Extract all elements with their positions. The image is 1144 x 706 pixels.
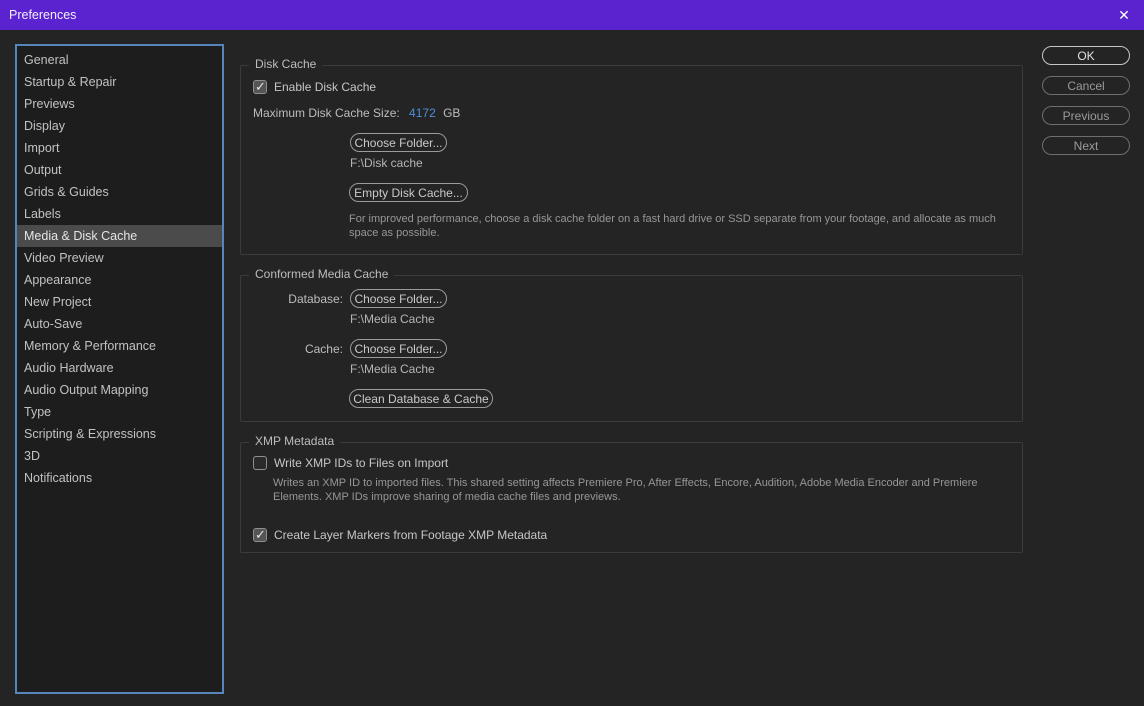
max-disk-cache-size-value[interactable]: 4172	[409, 106, 436, 120]
next-button[interactable]: Next	[1042, 136, 1130, 155]
sidebar-item-general[interactable]: General	[17, 49, 222, 71]
sidebar-item-previews[interactable]: Previews	[17, 93, 222, 115]
cache-choose-folder-button[interactable]: Choose Folder...	[350, 339, 447, 358]
database-path: F:\Media Cache	[350, 312, 435, 326]
clean-database-cache-button[interactable]: Clean Database & Cache	[349, 389, 493, 408]
disk-cache-folder-path: F:\Disk cache	[350, 156, 423, 170]
sidebar-item-3d[interactable]: 3D	[17, 445, 222, 467]
max-disk-cache-size-row: Maximum Disk Cache Size: 4172 GB	[253, 106, 460, 120]
checkbox-icon[interactable]	[253, 456, 267, 470]
sidebar-item-labels[interactable]: Labels	[17, 203, 222, 225]
cancel-button[interactable]: Cancel	[1042, 76, 1130, 95]
write-xmp-ids-checkbox[interactable]: Write XMP IDs to Files on Import	[253, 456, 448, 470]
cache-path: F:\Media Cache	[350, 362, 435, 376]
create-layer-markers-label: Create Layer Markers from Footage XMP Me…	[274, 528, 548, 542]
sidebar-item-display[interactable]: Display	[17, 115, 222, 137]
xmp-metadata-section-title: XMP Metadata	[249, 434, 341, 448]
preferences-category-list: General Startup & Repair Previews Displa…	[15, 44, 224, 694]
disk-cache-section-title: Disk Cache	[249, 57, 323, 71]
xmp-note: Writes an XMP ID to imported files. This…	[273, 477, 978, 503]
max-disk-cache-size-label: Maximum Disk Cache Size:	[253, 106, 400, 120]
empty-disk-cache-button[interactable]: Empty Disk Cache...	[349, 183, 468, 202]
sidebar-item-audio-output-mapping[interactable]: Audio Output Mapping	[17, 379, 222, 401]
sidebar-item-audio-hardware[interactable]: Audio Hardware	[17, 357, 222, 379]
database-label: Database:	[288, 292, 343, 306]
checkbox-icon[interactable]	[253, 79, 267, 95]
disk-cache-choose-folder-button[interactable]: Choose Folder...	[350, 133, 447, 152]
disk-cache-note: For improved performance, choose a disk …	[349, 213, 996, 239]
sidebar-item-output[interactable]: Output	[17, 159, 222, 181]
sidebar-item-type[interactable]: Type	[17, 401, 222, 423]
sidebar-item-startup-repair[interactable]: Startup & Repair	[17, 71, 222, 93]
sidebar-item-memory-performance[interactable]: Memory & Performance	[17, 335, 222, 357]
create-layer-markers-checkbox[interactable]: Create Layer Markers from Footage XMP Me…	[253, 527, 548, 543]
enable-disk-cache-checkbox[interactable]: Enable Disk Cache	[253, 79, 377, 95]
close-icon[interactable]: ✕	[1104, 0, 1144, 30]
sidebar-item-new-project[interactable]: New Project	[17, 291, 222, 313]
ok-button[interactable]: OK	[1042, 46, 1130, 65]
max-disk-cache-size-unit: GB	[443, 106, 461, 120]
sidebar-item-media-disk-cache[interactable]: Media & Disk Cache	[17, 225, 222, 247]
enable-disk-cache-label: Enable Disk Cache	[274, 80, 377, 94]
dialog-titlebar: Preferences ✕	[0, 0, 1144, 30]
sidebar-item-import[interactable]: Import	[17, 137, 222, 159]
database-choose-folder-button[interactable]: Choose Folder...	[350, 289, 447, 308]
write-xmp-ids-label: Write XMP IDs to Files on Import	[274, 456, 449, 470]
sidebar-item-auto-save[interactable]: Auto-Save	[17, 313, 222, 335]
previous-button[interactable]: Previous	[1042, 106, 1130, 125]
sidebar-item-scripting-expressions[interactable]: Scripting & Expressions	[17, 423, 222, 445]
dialog-title: Preferences	[9, 8, 77, 22]
sidebar-item-notifications[interactable]: Notifications	[17, 467, 222, 489]
conformed-media-cache-section-title: Conformed Media Cache	[249, 267, 395, 281]
sidebar-item-appearance[interactable]: Appearance	[17, 269, 222, 291]
checkbox-icon[interactable]	[253, 527, 267, 543]
cache-label: Cache:	[304, 342, 343, 356]
sidebar-item-video-preview[interactable]: Video Preview	[17, 247, 222, 269]
sidebar-item-grids-guides[interactable]: Grids & Guides	[17, 181, 222, 203]
